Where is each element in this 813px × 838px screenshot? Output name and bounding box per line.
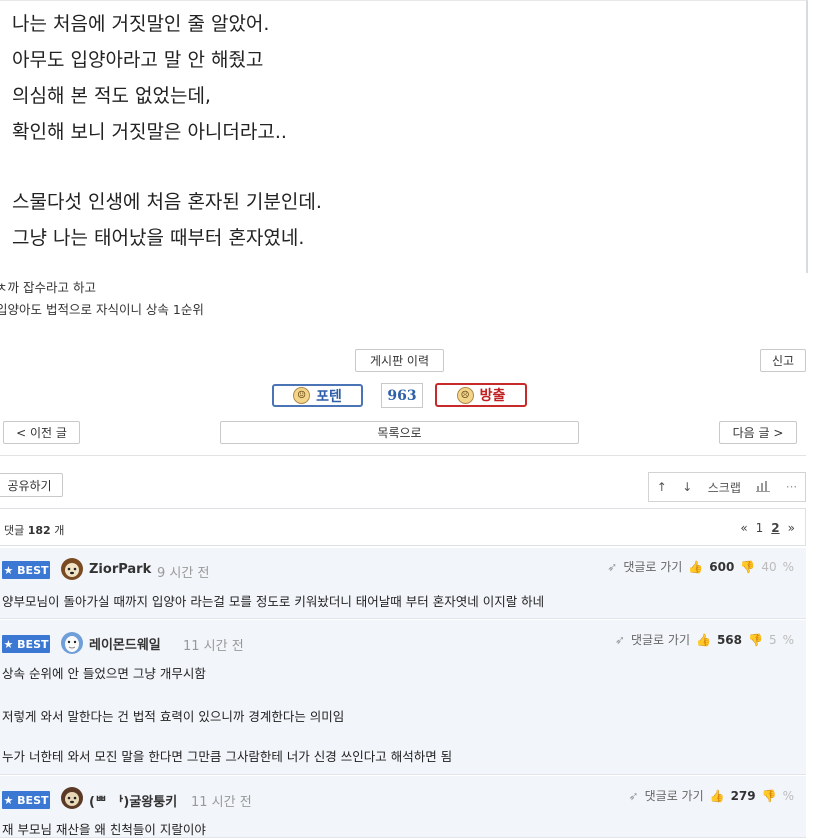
comment-author[interactable]: (ᄈ ᅡ)굴왕퉁키 xyxy=(89,791,177,810)
thumbs-down-icon[interactable]: 👎 xyxy=(740,560,755,574)
scrap-button[interactable]: 스크랩 xyxy=(708,479,741,496)
link-icon[interactable]: % xyxy=(783,560,794,574)
report-button[interactable]: 신고 xyxy=(760,349,806,372)
list-button[interactable]: 목록으로 xyxy=(220,421,579,444)
share-button[interactable]: 공유하기 xyxy=(0,473,63,497)
comment-meta: ➶ 댓글로 가기 👍 568 👎 5 % xyxy=(615,631,794,648)
comment-author[interactable]: 레이몬드웨일 xyxy=(89,634,161,653)
reply-arrow-icon: ➶ xyxy=(628,788,639,803)
thumbs-up-icon[interactable]: 👍 xyxy=(688,560,703,574)
thumbs-up-face-icon: ☺ xyxy=(293,387,311,404)
comments-header: 댓글 182 개 « 1 2 » xyxy=(0,508,806,546)
page-2-link[interactable]: 2 xyxy=(771,521,779,535)
comment-text: 양부모님이 돌아가실 때까지 입양아 라는걸 모를 정도로 키워놨더니 태어날때… xyxy=(2,594,545,609)
comment-time: 9 시간 전 xyxy=(157,566,210,581)
avatar xyxy=(59,786,85,810)
comment-author[interactable]: ZiorPark xyxy=(89,562,151,577)
downvote-label: 방출 xyxy=(479,388,506,404)
divider xyxy=(0,455,806,456)
comment-item: ★ BEST ZiorPark 9 시간 전 ➶ 댓글로 가기 👍 600 👎 … xyxy=(0,548,806,619)
like-count: 600 xyxy=(709,559,735,574)
link-icon[interactable]: % xyxy=(783,789,794,803)
link-icon[interactable]: % xyxy=(783,633,794,647)
reply-arrow-icon: ➶ xyxy=(607,559,618,574)
goto-comment-link[interactable]: 댓글로 가기 xyxy=(631,631,690,648)
best-badge: ★ BEST xyxy=(2,635,50,653)
comment-text: 상속 순위에 안 들었으면 그냥 개무시함 xyxy=(2,666,206,681)
story-line: 아무도 입양아라고 말 안 해줬고 xyxy=(12,49,264,71)
dislike-count: 40 xyxy=(761,559,777,574)
comment-meta: ➶ 댓글로 가기 👍 600 👎 40 % xyxy=(607,558,794,575)
story-line: 확인해 보니 거짓말은 아니더라고.. xyxy=(12,121,287,143)
thumbs-down-icon[interactable]: 👎 xyxy=(748,633,763,647)
scroll-down-icon[interactable]: ↓ xyxy=(682,480,692,494)
downvote-button[interactable]: ☹ 방출 xyxy=(435,383,527,407)
comment-text: 저렇게 와서 말한다는 건 법적 효력이 있으니까 경계한다는 의미임 xyxy=(2,709,345,724)
next-post-button[interactable]: 다음 글 > xyxy=(719,421,797,444)
comment-time: 11 시간 전 xyxy=(183,639,244,654)
reply-arrow-icon: ➶ xyxy=(614,632,625,647)
chart-icon[interactable] xyxy=(756,480,771,495)
dislike-count: 5 xyxy=(768,632,777,647)
comment-text: 재 부모님 재산을 왜 친척들이 지랄이야 xyxy=(2,822,206,837)
story-line: 그냥 나는 태어났을 때부터 혼자였네. xyxy=(12,227,305,249)
story-image: 나는 처음에 거짓말인 줄 알았어. 아무도 입양아라고 말 안 해줬고 의심해… xyxy=(0,0,808,273)
avatar xyxy=(59,557,85,581)
comment-time: 11 시간 전 xyxy=(191,795,252,810)
more-icon[interactable]: ··· xyxy=(786,480,797,494)
best-badge: ★ BEST xyxy=(2,791,50,809)
story-line: 나는 처음에 거짓말인 줄 알았어. xyxy=(12,13,270,35)
thumbs-down-face-icon: ☹ xyxy=(456,386,474,404)
board-history-button[interactable]: 게시판 이력 xyxy=(355,349,444,372)
like-count: 568 xyxy=(716,632,742,647)
vote-count: 963 xyxy=(381,383,423,408)
post-toolbar: ↑ ↓ 스크랩 ··· xyxy=(648,472,806,502)
pager-prev[interactable]: « xyxy=(740,521,747,535)
thumbs-up-icon[interactable]: 👍 xyxy=(696,633,711,647)
like-count: 279 xyxy=(730,788,756,803)
prev-post-button[interactable]: < 이전 글 xyxy=(3,421,80,444)
thumbs-down-icon[interactable]: 👎 xyxy=(762,789,777,803)
story-line: 의심해 본 적도 없었는데, xyxy=(12,85,211,107)
comment-text: 누가 너한테 와서 모진 말을 한다면 그만큼 그사람한테 너가 신경 쓰인다고… xyxy=(2,749,453,764)
best-badge: ★ BEST xyxy=(2,561,50,579)
comment-meta: ➶ 댓글로 가기 👍 279 👎 % xyxy=(629,787,794,804)
upvote-button[interactable]: ☺ 포텐 xyxy=(272,384,363,407)
scroll-up-icon[interactable]: ↑ xyxy=(657,480,667,494)
pager-next[interactable]: » xyxy=(788,521,795,535)
comment-item: ★ BEST (ᄈ ᅡ)굴왕퉁키 11 시간 전 ➶ 댓글로 가기 👍 279 … xyxy=(0,776,806,838)
avatar xyxy=(59,631,85,655)
comment-item: ★ BEST 레이몬드웨일 11 시간 전 ➶ 댓글로 가기 👍 568 👎 5… xyxy=(0,620,806,775)
thumbs-up-icon[interactable]: 👍 xyxy=(710,789,725,803)
goto-comment-link[interactable]: 댓글로 가기 xyxy=(645,787,704,804)
comment-pager: « 1 2 » xyxy=(740,521,795,535)
post-text: 입양아도 법적으로 자식이니 상속 1순위 xyxy=(0,302,204,317)
page-1-link[interactable]: 1 xyxy=(756,521,764,535)
goto-comment-link[interactable]: 댓글로 가기 xyxy=(623,558,682,575)
post-text: ㅊ까 잡수라고 하고 xyxy=(0,280,96,295)
upvote-label: 포텐 xyxy=(316,388,342,405)
story-line: 스물다섯 인생에 처음 혼자된 기분인데. xyxy=(12,191,322,213)
comment-count-label: 댓글 182 개 xyxy=(4,524,65,537)
comment-count: 182 xyxy=(27,524,51,537)
